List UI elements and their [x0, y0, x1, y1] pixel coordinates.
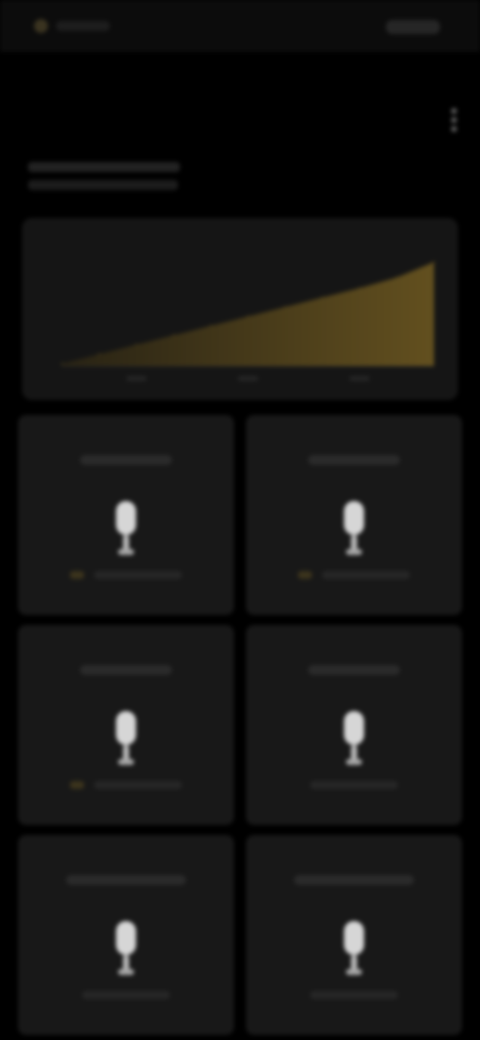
tile-footer [70, 571, 182, 579]
device-tile[interactable] [18, 415, 234, 615]
data-point [433, 261, 435, 263]
tile-footer-placeholder [322, 571, 410, 579]
tile-footer-placeholder [310, 991, 398, 999]
tile-footer [310, 781, 398, 789]
device-tile[interactable] [18, 625, 234, 825]
subtitle-line-placeholder [28, 162, 180, 172]
data-point [284, 306, 287, 308]
status-text-placeholder [56, 21, 110, 31]
tile-footer [82, 991, 170, 999]
microphone-icon [109, 919, 143, 984]
app-screen [0, 0, 480, 1040]
tile-label-placeholder [294, 875, 414, 885]
chart-card [22, 218, 458, 400]
data-point [61, 362, 63, 365]
device-tile[interactable] [246, 835, 462, 1035]
data-point [98, 353, 100, 355]
tile-footer-placeholder [310, 781, 398, 789]
data-point [247, 315, 249, 318]
x-tick-placeholder [238, 376, 258, 381]
tile-footer [310, 991, 398, 999]
status-dot-icon [34, 19, 48, 33]
accent-indicator [70, 781, 84, 789]
tile-label-placeholder [80, 455, 172, 465]
tile-label-placeholder [80, 665, 172, 675]
x-tick-placeholder [349, 376, 370, 381]
microphone-icon [109, 709, 143, 774]
subtitle-line-placeholder-2 [28, 180, 178, 190]
data-point [321, 296, 324, 299]
data-point [358, 287, 361, 289]
status-bar [0, 0, 480, 52]
accent-indicator [298, 571, 312, 579]
tile-footer-placeholder [94, 571, 182, 579]
more-vertical-icon[interactable] [450, 108, 458, 132]
header [0, 62, 480, 212]
accent-indicator [70, 571, 84, 579]
series-area [62, 262, 434, 366]
microphone-icon [337, 499, 371, 564]
data-point [396, 276, 398, 279]
microphone-icon [109, 499, 143, 564]
tile-label-placeholder [308, 665, 400, 675]
tile-grid [18, 415, 462, 1037]
status-right-placeholder [386, 20, 440, 34]
microphone-icon [337, 709, 371, 774]
tile-footer [70, 781, 182, 789]
tile-label-placeholder [308, 455, 400, 465]
tile-label-placeholder [66, 875, 186, 885]
device-tile[interactable] [246, 625, 462, 825]
x-tick-placeholder [126, 376, 147, 381]
area-chart [61, 261, 435, 381]
data-point [210, 325, 212, 327]
microphone-icon [337, 919, 371, 984]
device-tile[interactable] [18, 835, 234, 1035]
data-point [135, 343, 138, 346]
status-left [34, 17, 110, 35]
device-tile[interactable] [246, 415, 462, 615]
data-point [172, 334, 175, 337]
tile-footer [298, 571, 410, 579]
tile-footer-placeholder [94, 781, 182, 789]
tile-footer-placeholder [82, 991, 170, 999]
